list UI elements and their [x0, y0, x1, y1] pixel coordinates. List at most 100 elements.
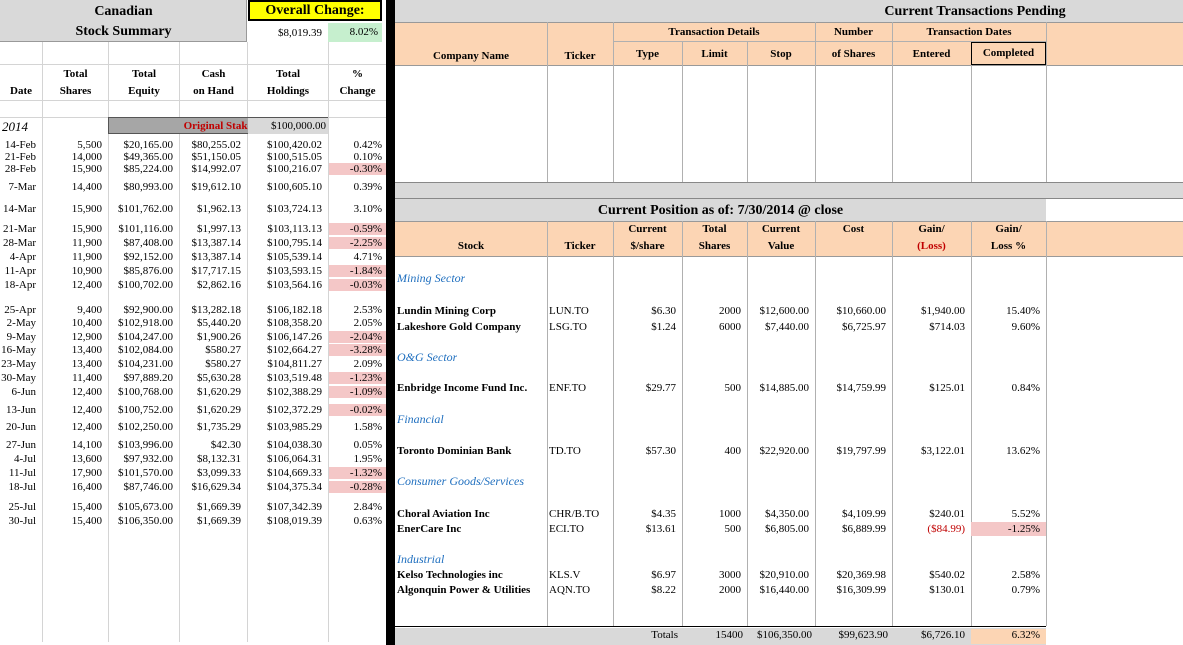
col-shares-h2: Shares: [59, 85, 92, 97]
col-gain-h2: (Loss): [917, 240, 946, 252]
summary-cell-equity: $97,889.20: [123, 372, 174, 384]
position-cell-price: $57.30: [645, 445, 676, 457]
position-cell-value: $6,805.00: [765, 523, 809, 535]
position-cell-name: Choral Aviation Inc: [397, 508, 490, 520]
summary-cell-cash: $3,099.33: [197, 467, 241, 479]
sector-consumer: Consumer Goods/Services: [397, 474, 524, 488]
summary-cell-holdings: $104,811.27: [267, 358, 322, 370]
position-title: Current Position as of: 7/30/2014 @ clos…: [597, 203, 844, 218]
position-cell-name: Lakeshore Gold Company: [397, 321, 521, 333]
summary-cell-holdings: $100,216.07: [267, 163, 322, 175]
position-cell-value: $20,910.00: [759, 569, 810, 581]
summary-cell-shares: 12,400: [71, 421, 102, 433]
summary-cell-holdings: $104,375.34: [267, 481, 322, 493]
summary-cell-pct: 2.84%: [353, 501, 382, 513]
summary-cell-shares: 10,400: [71, 317, 102, 329]
summary-cell-equity: $101,762.00: [118, 203, 173, 215]
summary-cell-cash: $5,440.20: [197, 317, 241, 329]
summary-cell-pct: 2.53%: [353, 304, 382, 316]
summary-cell-date: 2-May: [6, 317, 36, 329]
overall-change-value: $8,019.39: [278, 27, 322, 39]
summary-cell-date: 4-Jul: [14, 453, 36, 465]
section-separator: [395, 182, 1183, 199]
summary-cell-pct: -2.04%: [329, 331, 386, 343]
position-cell-shares: 6000: [719, 321, 741, 333]
summary-cell-equity: $80,993.00: [123, 181, 174, 193]
summary-cell-equity: $92,152.00: [123, 251, 174, 263]
summary-cell-equity: $20,165.00: [123, 139, 174, 151]
summary-cell-equity: $87,746.00: [123, 481, 174, 493]
col-gain-h1: Gain/: [918, 223, 945, 235]
position-cell-cost: $20,369.98: [836, 569, 887, 581]
col-type: Type: [635, 48, 660, 60]
summary-cell-cash: $1,620.29: [197, 386, 241, 398]
summary-cell-shares: 12,900: [71, 331, 102, 343]
col-value-h2: Value: [767, 240, 795, 252]
summary-cell-date: 28-Feb: [4, 163, 36, 175]
position-cell-price: $6.30: [651, 305, 676, 317]
summary-cell-cash: $1,900.26: [197, 331, 241, 343]
summary-cell-holdings: $100,515.05: [267, 151, 322, 163]
original-stake-value: $100,000.00: [248, 118, 328, 134]
summary-title-line1: Canadian: [94, 4, 153, 19]
sector-mining: Mining Sector: [397, 271, 466, 285]
summary-cell-holdings: $107,342.39: [267, 501, 322, 513]
summary-cell-cash: $5,630.28: [197, 372, 241, 384]
summary-cell-pct: 0.39%: [353, 181, 382, 193]
summary-cell-date: 23-May: [1, 358, 36, 370]
totals-shares: 15400: [715, 629, 744, 641]
current-position-panel: Current Position as of: 7/30/2014 @ clos…: [395, 199, 1183, 645]
position-cell-pct: 5.52%: [1011, 508, 1040, 520]
position-cell-ticker: LUN.TO: [549, 305, 589, 317]
summary-cell-holdings: $103,724.13: [267, 203, 322, 215]
summary-cell-holdings: $102,664.27: [267, 344, 322, 356]
summary-cell-holdings: $102,372.29: [267, 404, 322, 416]
col-cash-h1: Cash: [201, 68, 226, 80]
totals-value: $106,350.00: [757, 629, 812, 641]
summary-cell-cash: $13,282.18: [191, 304, 242, 316]
summary-cell-equity: $103,996.00: [118, 439, 173, 451]
summary-cell-pct: 2.09%: [353, 358, 382, 370]
summary-cell-date: 11-Jul: [8, 467, 36, 479]
summary-cell-pct: -1.09%: [329, 386, 386, 398]
position-cell-price: $8.22: [651, 584, 676, 596]
summary-cell-pct: -1.84%: [329, 265, 386, 277]
overall-change-label: Overall Change:: [265, 3, 365, 18]
summary-cell-cash: $19,612.10: [191, 181, 242, 193]
summary-cell-cash: $13,387.14: [191, 237, 242, 249]
summary-cell-equity: $106,350.00: [118, 515, 173, 527]
summary-cell-cash: $580.27: [205, 358, 241, 370]
position-cell-cost: $16,309.99: [836, 584, 887, 596]
summary-cell-holdings: $104,669.33: [267, 467, 322, 479]
sector-financial: Financial: [397, 412, 444, 426]
summary-cell-equity: $87,408.00: [123, 237, 174, 249]
summary-cell-cash: $8,132.31: [197, 453, 241, 465]
summary-cell-equity: $102,918.00: [118, 317, 173, 329]
col-completed: Completed: [982, 47, 1035, 59]
summary-cell-holdings: $102,388.29: [267, 386, 322, 398]
summary-cell-date: 25-Jul: [8, 501, 37, 513]
summary-cell-shares: 13,600: [71, 453, 102, 465]
col-stock: Stock: [457, 240, 485, 252]
summary-cell-shares: 12,400: [71, 404, 102, 416]
position-cell-ticker: KLS.V: [549, 569, 581, 581]
summary-cell-date: 21-Feb: [4, 151, 36, 163]
col-cost: Cost: [842, 223, 865, 235]
summary-cell-holdings: $108,019.39: [267, 515, 322, 527]
summary-cell-date: 27-Jun: [6, 439, 36, 451]
summary-cell-pct: -2.25%: [329, 237, 386, 249]
summary-cell-date: 28-Mar: [3, 237, 36, 249]
summary-cell-pct: -0.28%: [329, 481, 386, 493]
position-cell-ticker: ENF.TO: [549, 382, 587, 394]
position-cell-shares: 500: [724, 523, 742, 535]
summary-cell-pct: 2.05%: [353, 317, 382, 329]
position-cell-value: $4,350.00: [765, 508, 809, 520]
summary-cell-date: 11-Apr: [4, 265, 36, 277]
summary-cell-date: 13-Jun: [6, 404, 36, 416]
summary-cell-pct: 1.58%: [353, 421, 382, 433]
summary-cell-holdings: $103,985.29: [267, 421, 322, 433]
summary-cell-shares: 11,900: [72, 251, 102, 263]
summary-cell-holdings: $103,593.15: [267, 265, 322, 277]
summary-cell-date: 14-Feb: [4, 139, 36, 151]
position-cell-pct: -1.25%: [971, 522, 1046, 536]
